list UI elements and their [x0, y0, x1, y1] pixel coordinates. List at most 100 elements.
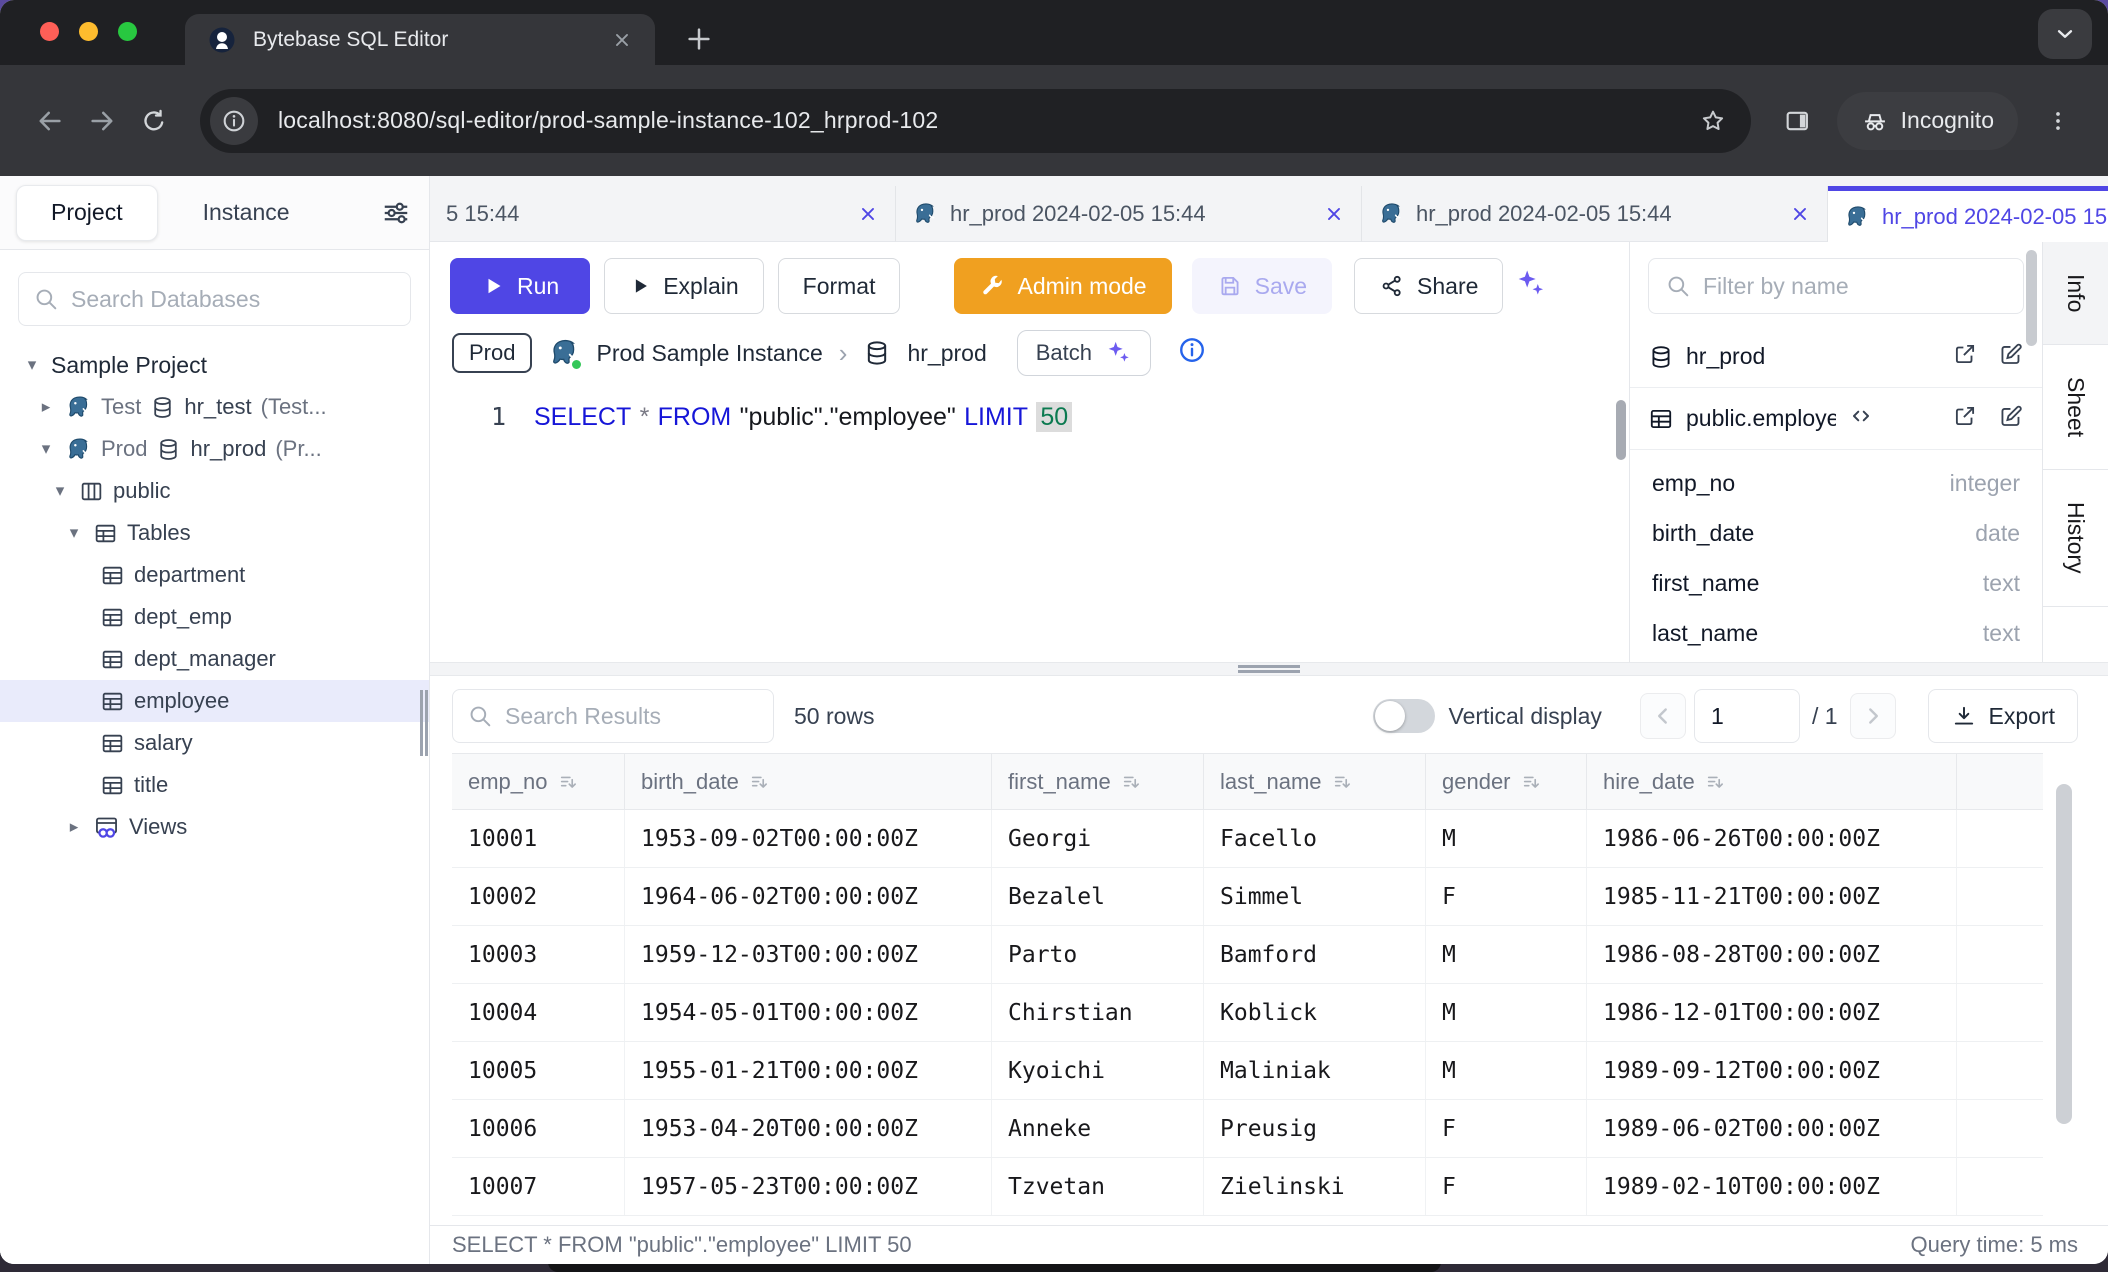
tree-item[interactable]: ▾ Sample Project: [0, 344, 429, 386]
code-icon[interactable]: [1848, 403, 1874, 434]
column-header[interactable]: birth_date: [625, 754, 992, 809]
explain-button[interactable]: Explain: [604, 258, 763, 314]
tree-item[interactable]: ▾ public: [0, 470, 429, 512]
worksheet-tab[interactable]: hr_prod 2024-02-05 15:47: [1828, 186, 2108, 242]
minimize-window-button[interactable]: [79, 22, 98, 41]
database-name[interactable]: hr_prod: [907, 340, 986, 367]
tree-item[interactable]: dept_emp: [0, 596, 429, 638]
page-input[interactable]: [1694, 689, 1800, 743]
tab-search-button[interactable]: [2038, 9, 2092, 59]
instance-name[interactable]: Prod Sample Instance: [596, 340, 822, 367]
prev-page-button[interactable]: [1640, 693, 1686, 739]
tree-item[interactable]: ▸ Test hr_test (Test...: [0, 386, 429, 428]
column-header[interactable]: first_name: [992, 754, 1204, 809]
tree-item[interactable]: ▾ Tables: [0, 512, 429, 554]
share-button[interactable]: Share: [1354, 258, 1503, 314]
tree-item[interactable]: department: [0, 554, 429, 596]
edit-icon[interactable]: [1998, 403, 2024, 434]
right-panel-tab[interactable]: History: [2043, 470, 2108, 607]
back-button[interactable]: [24, 95, 76, 147]
database-search-input[interactable]: [71, 286, 396, 313]
column-header[interactable]: last_name: [1204, 754, 1426, 809]
caret-icon[interactable]: ▾: [36, 439, 56, 459]
right-panel-tab[interactable]: Info: [2043, 242, 2108, 345]
info-icon[interactable]: [1177, 335, 1207, 371]
reload-button[interactable]: [128, 95, 180, 147]
sidebar-resize-handle[interactable]: [420, 690, 428, 756]
close-tab-icon[interactable]: [611, 29, 633, 51]
sort-icon[interactable]: [558, 771, 580, 793]
sort-icon[interactable]: [1121, 771, 1143, 793]
column-header[interactable]: hire_date: [1587, 754, 1957, 809]
browser-tab[interactable]: Bytebase SQL Editor: [185, 14, 655, 65]
admin-mode-button[interactable]: Admin mode: [954, 258, 1171, 314]
url-text[interactable]: localhost:8080/sql-editor/prod-sample-in…: [278, 107, 1667, 134]
table-row[interactable]: 100041954-05-01T00:00:00ZChirstianKoblic…: [452, 984, 2043, 1042]
tree-item[interactable]: ▸ Views: [0, 806, 429, 848]
close-worksheet-icon[interactable]: [857, 203, 879, 225]
table-row[interactable]: 100011953-09-02T00:00:00ZGeorgiFacelloM1…: [452, 810, 2043, 868]
next-page-button[interactable]: [1850, 693, 1896, 739]
schema-filter-input[interactable]: [1703, 273, 2007, 300]
table-row[interactable]: 100061953-04-20T00:00:00ZAnnekePreusigF1…: [452, 1100, 2043, 1158]
export-button[interactable]: Export: [1928, 689, 2078, 743]
close-window-button[interactable]: [40, 22, 59, 41]
right-panel-tab[interactable]: Sheet: [2043, 345, 2108, 470]
table-row[interactable]: 100071957-05-23T00:00:00ZTzvetanZielinsk…: [452, 1158, 2043, 1216]
database-row[interactable]: hr_prod: [1630, 326, 2042, 388]
column-row[interactable]: first_name text: [1630, 558, 2042, 608]
table-row[interactable]: 100051955-01-21T00:00:00ZKyoichiMaliniak…: [452, 1042, 2043, 1100]
browser-menu-button[interactable]: [2032, 95, 2084, 147]
format-button[interactable]: Format: [778, 258, 901, 314]
close-worksheet-icon[interactable]: [1789, 203, 1811, 225]
ai-assistant-icon[interactable]: [1513, 267, 1547, 306]
column-header[interactable]: emp_no: [452, 754, 625, 809]
caret-icon[interactable]: ▾: [50, 481, 70, 501]
sidebar-mode-tab[interactable]: Instance: [168, 185, 325, 241]
tree-item[interactable]: salary: [0, 722, 429, 764]
forward-button[interactable]: [76, 95, 128, 147]
column-row[interactable]: emp_no integer: [1630, 458, 2042, 508]
worksheet-tab[interactable]: hr_prod 2024-02-05 15:44: [896, 186, 1362, 242]
batch-button[interactable]: Batch: [1017, 330, 1151, 376]
column-row[interactable]: last_name text: [1630, 608, 2042, 658]
sql-editor[interactable]: 1 SELECT*FROM"public"."employee"LIMIT50: [430, 392, 1629, 662]
database-search[interactable]: [18, 272, 411, 326]
results-search[interactable]: [452, 689, 774, 743]
caret-icon[interactable]: ▾: [22, 355, 42, 375]
column-row[interactable]: birth_date date: [1630, 508, 2042, 558]
editor-scrollbar[interactable]: [1616, 400, 1626, 460]
run-button[interactable]: Run: [450, 258, 590, 314]
table-row[interactable]: public.employe: [1630, 388, 2042, 450]
tree-item[interactable]: title: [0, 764, 429, 806]
maximize-window-button[interactable]: [118, 22, 137, 41]
side-panel-icon[interactable]: [1771, 95, 1823, 147]
panel-scrollbar[interactable]: [2026, 250, 2037, 346]
vertical-display-toggle[interactable]: [1373, 699, 1435, 733]
tree-item[interactable]: ▾ Prod hr_prod (Pr...: [0, 428, 429, 470]
sort-icon[interactable]: [749, 771, 771, 793]
close-worksheet-icon[interactable]: [1323, 203, 1345, 225]
bookmark-star-icon[interactable]: [1687, 95, 1739, 147]
filter-settings-icon[interactable]: [381, 198, 411, 233]
results-scrollbar[interactable]: [2056, 784, 2072, 1124]
column-header[interactable]: gender: [1426, 754, 1587, 809]
table-row[interactable]: 100021964-06-02T00:00:00ZBezalelSimmelF1…: [452, 868, 2043, 926]
tree-item[interactable]: employee: [0, 680, 429, 722]
new-tab-button[interactable]: [676, 16, 722, 62]
worksheet-tab[interactable]: hr_prod 2024-02-05 15:44: [1362, 186, 1828, 242]
sort-icon[interactable]: [1332, 771, 1354, 793]
worksheet-tab[interactable]: 5 15:44: [430, 186, 896, 242]
edit-icon[interactable]: [1998, 341, 2024, 372]
caret-icon[interactable]: ▸: [36, 397, 56, 417]
caret-icon[interactable]: ▾: [64, 523, 84, 543]
panel-divider[interactable]: [430, 662, 2108, 676]
results-search-input[interactable]: [505, 703, 759, 730]
sidebar-mode-tab[interactable]: Project: [16, 185, 158, 241]
tree-item[interactable]: dept_manager: [0, 638, 429, 680]
save-button[interactable]: Save: [1192, 258, 1332, 314]
address-bar[interactable]: localhost:8080/sql-editor/prod-sample-in…: [200, 89, 1751, 153]
sort-icon[interactable]: [1705, 771, 1727, 793]
schema-filter[interactable]: [1648, 258, 2024, 314]
open-external-icon[interactable]: [1952, 403, 1978, 434]
